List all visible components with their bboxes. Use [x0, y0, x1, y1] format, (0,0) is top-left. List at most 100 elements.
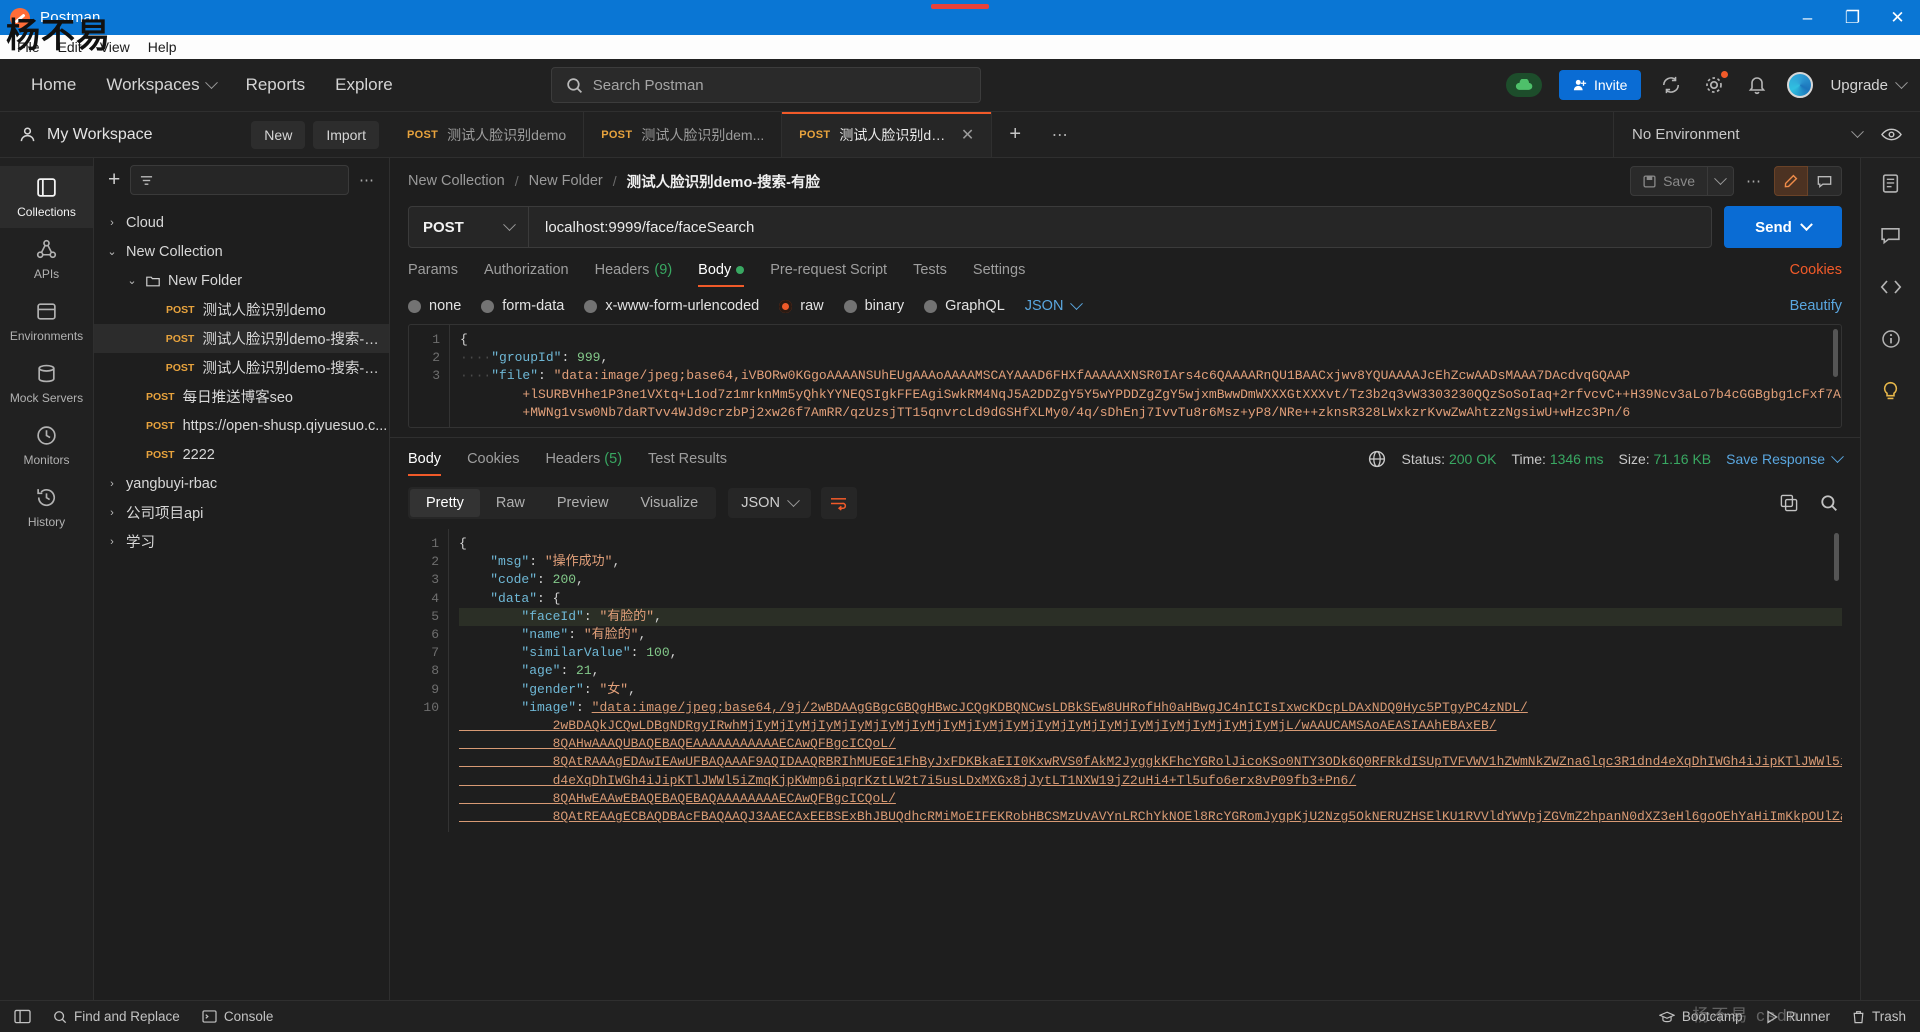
- request-tab-body[interactable]: Body: [698, 262, 745, 287]
- search-input[interactable]: Search Postman: [550, 67, 981, 103]
- tree-caret-icon[interactable]: ⌄: [126, 274, 138, 287]
- workspace-selector[interactable]: My Workspace New Import: [0, 120, 390, 149]
- body-type-none[interactable]: none: [408, 298, 461, 314]
- avatar[interactable]: [1787, 72, 1814, 98]
- import-button[interactable]: Import: [313, 120, 379, 149]
- send-button[interactable]: Send: [1724, 206, 1842, 248]
- response-tab-body[interactable]: Body: [408, 451, 442, 476]
- sidebar-item-collections[interactable]: Collections: [0, 166, 93, 228]
- info-icon[interactable]: [1878, 326, 1904, 352]
- sidebar-item-history[interactable]: History: [0, 476, 93, 538]
- nav-reports[interactable]: Reports: [233, 68, 319, 102]
- new-button[interactable]: New: [251, 120, 306, 149]
- breadcrumb-folder[interactable]: New Folder: [529, 173, 603, 189]
- beautify-button[interactable]: Beautify: [1790, 298, 1842, 314]
- sidebar-item-mock-servers[interactable]: Mock Servers: [0, 352, 93, 414]
- trash-button[interactable]: Trash: [1852, 1009, 1906, 1024]
- tree-item[interactable]: › 学习: [94, 527, 389, 556]
- new-tab-button[interactable]: +: [992, 112, 1038, 157]
- response-tab-test-results[interactable]: Test Results: [648, 451, 727, 476]
- response-body-text[interactable]: { "msg": "操作成功", "code": 200, "data": { …: [448, 529, 1842, 833]
- wrap-lines-button[interactable]: [820, 487, 857, 519]
- breadcrumb-collection[interactable]: New Collection: [408, 173, 505, 189]
- url-input[interactable]: localhost:9999/face/faceSearch: [529, 207, 1711, 247]
- request-tab-settings[interactable]: Settings: [973, 262, 1025, 287]
- cookies-link[interactable]: Cookies: [1790, 262, 1842, 287]
- search-response-button[interactable]: [1820, 494, 1838, 512]
- body-type-graphql[interactable]: GraphQL: [924, 298, 1005, 314]
- notifications-icon[interactable]: [1744, 72, 1770, 98]
- tree-item[interactable]: POST 2222: [94, 440, 389, 469]
- request-tab-params[interactable]: Params: [408, 262, 458, 287]
- window-drag-handle[interactable]: [931, 4, 989, 9]
- method-selector[interactable]: POST: [409, 207, 529, 247]
- nav-workspaces[interactable]: Workspaces: [93, 68, 228, 102]
- upgrade-button[interactable]: Upgrade: [1830, 75, 1908, 94]
- close-tab-icon[interactable]: ✕: [961, 125, 974, 145]
- response-tab-headers[interactable]: Headers (5): [545, 451, 622, 476]
- minimize-button[interactable]: –: [1785, 0, 1830, 35]
- request-tab-headers[interactable]: Headers (9): [595, 262, 673, 287]
- sidebar-filter-input[interactable]: [130, 165, 349, 195]
- request-scrollbar[interactable]: [1833, 329, 1838, 377]
- tree-caret-icon[interactable]: ›: [106, 507, 118, 519]
- view-tab-raw[interactable]: Raw: [480, 489, 541, 517]
- tree-item[interactable]: POST 每日推送博客seo: [94, 382, 389, 411]
- tree-item[interactable]: POST https://open-shusp.qiyuesuo.c...: [94, 411, 389, 440]
- nav-explore[interactable]: Explore: [322, 68, 406, 102]
- request-tab-2[interactable]: POST 测试人脸识别dem...: [584, 112, 783, 157]
- code-snippet-icon[interactable]: [1878, 274, 1904, 300]
- documentation-icon[interactable]: [1878, 170, 1904, 196]
- request-tab-3[interactable]: POST 测试人脸识别dem... ✕: [782, 112, 993, 157]
- edit-button[interactable]: [1774, 166, 1808, 196]
- console-button[interactable]: Console: [202, 1009, 273, 1024]
- body-type-x-www-form-urlencoded[interactable]: x-www-form-urlencoded: [584, 298, 759, 314]
- tree-item[interactable]: › yangbuyi-rbac: [94, 469, 389, 498]
- body-type-form-data[interactable]: form-data: [481, 298, 564, 314]
- maximize-button[interactable]: ❐: [1830, 0, 1875, 35]
- save-button[interactable]: Save: [1630, 166, 1708, 196]
- tree-item[interactable]: POST 测试人脸识别demo: [94, 295, 389, 324]
- request-tab-tests[interactable]: Tests: [913, 262, 947, 287]
- environment-quick-look-icon[interactable]: [1878, 122, 1904, 148]
- save-response-button[interactable]: Save Response: [1726, 449, 1844, 467]
- sidebar-toggle-button[interactable]: [14, 1009, 31, 1024]
- comments-button[interactable]: [1808, 166, 1842, 196]
- sidebar-item-environments[interactable]: Environments: [0, 290, 93, 352]
- copy-button[interactable]: [1780, 494, 1798, 512]
- tab-options-icon[interactable]: ⋯: [1038, 112, 1082, 157]
- response-body-viewer[interactable]: 1 2 3 4 5 6 7 8 9 10 { "msg": "操作成功", "code": 200…: [408, 529, 1842, 1000]
- view-tab-preview[interactable]: Preview: [541, 489, 625, 517]
- tree-item[interactable]: POST 测试人脸识别demo-搜索-有脸: [94, 324, 389, 353]
- tree-caret-icon[interactable]: ›: [106, 217, 118, 229]
- body-type-raw[interactable]: raw: [779, 298, 824, 314]
- sidebar-item-monitors[interactable]: Monitors: [0, 414, 93, 476]
- find-and-replace-button[interactable]: Find and Replace: [53, 1009, 180, 1024]
- view-tab-visualize[interactable]: Visualize: [624, 489, 714, 517]
- sync-status-icon[interactable]: [1505, 73, 1542, 97]
- nav-home[interactable]: Home: [18, 68, 89, 102]
- request-body-editor[interactable]: 123 {····"groupId": 999, ····"file": "dat…: [408, 324, 1842, 428]
- request-tab-authorization[interactable]: Authorization: [484, 262, 569, 287]
- response-format-selector[interactable]: JSON: [728, 488, 811, 518]
- comments-panel-icon[interactable]: [1878, 222, 1904, 248]
- sync-icon[interactable]: [1658, 72, 1684, 98]
- tree-item[interactable]: › Cloud: [94, 208, 389, 237]
- body-type-binary[interactable]: binary: [843, 298, 904, 314]
- tree-caret-icon[interactable]: ⌄: [106, 245, 118, 258]
- tree-item[interactable]: ⌄ New Collection: [94, 237, 389, 266]
- save-dropdown-button[interactable]: [1708, 166, 1734, 196]
- tree-item[interactable]: › 公司项目api: [94, 498, 389, 527]
- settings-icon[interactable]: [1701, 71, 1729, 98]
- sidebar-item-apis[interactable]: APIs: [0, 228, 93, 290]
- menu-item-help[interactable]: Help: [139, 39, 186, 55]
- view-tab-pretty[interactable]: Pretty: [410, 489, 480, 517]
- add-collection-button[interactable]: +: [108, 168, 120, 192]
- close-button[interactable]: ✕: [1875, 0, 1920, 35]
- environment-selector[interactable]: No Environment: [1632, 125, 1864, 143]
- raw-format-selector[interactable]: JSON: [1025, 296, 1084, 314]
- sidebar-options-icon[interactable]: ⋯: [359, 171, 375, 189]
- tree-caret-icon[interactable]: ›: [106, 478, 118, 490]
- tree-caret-icon[interactable]: ›: [106, 536, 118, 548]
- request-more-options-icon[interactable]: ⋯: [1746, 172, 1762, 190]
